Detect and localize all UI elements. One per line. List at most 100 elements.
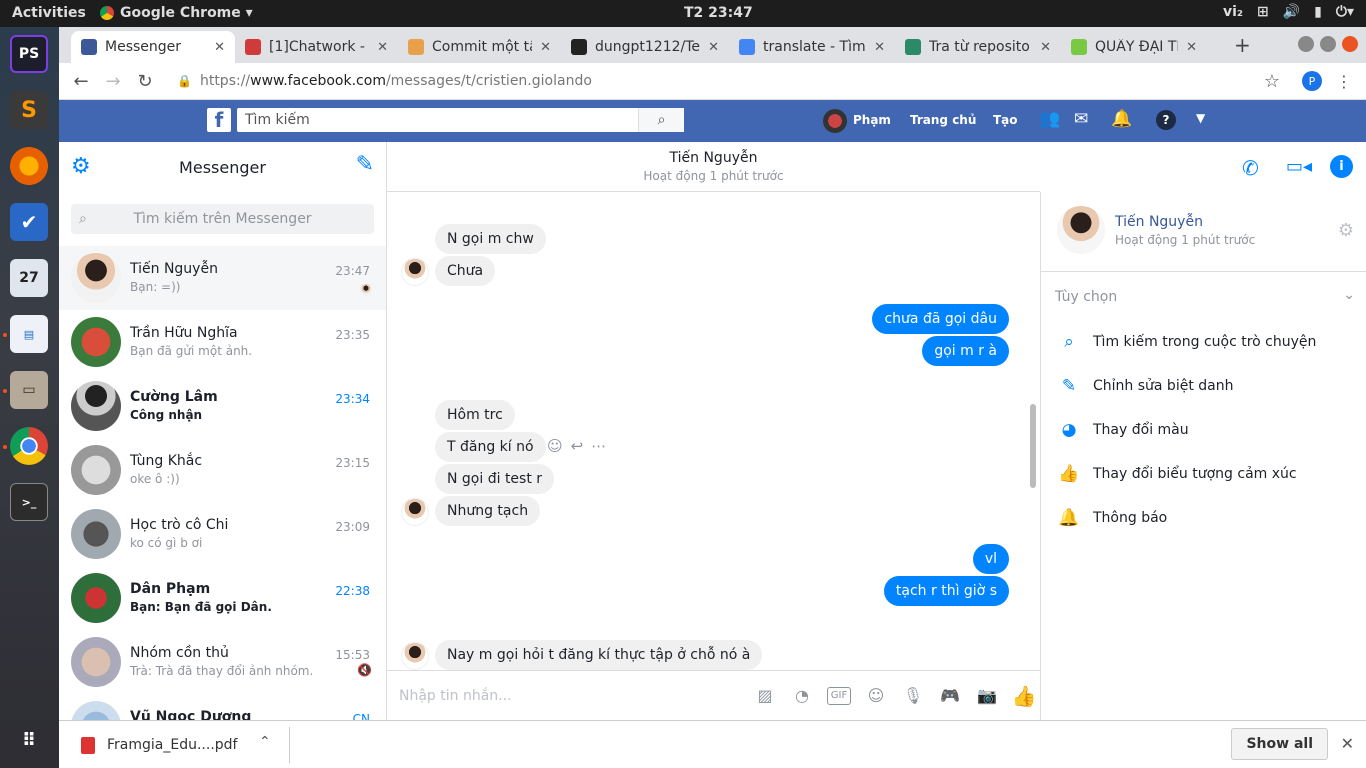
facebook-search-input[interactable]: Tìm kiếm ⌕ — [237, 108, 684, 132]
close-tab-icon[interactable]: ✕ — [540, 40, 551, 55]
settings-icon[interactable]: ⚙ — [71, 154, 91, 179]
conversation-item[interactable]: Cường Lâm Công nhận 23:34 — [59, 374, 386, 438]
calendar-icon[interactable]: 27 — [10, 259, 48, 297]
notifications-icon[interactable]: 🔔 — [1111, 109, 1132, 129]
incoming-message[interactable]: Nhưng tạch — [435, 496, 541, 526]
url-field[interactable]: https://www.facebook.com/messages/t/cris… — [200, 73, 592, 89]
friend-requests-icon[interactable]: 👥 — [1039, 109, 1060, 129]
incoming-message[interactable]: Chưa — [435, 256, 496, 286]
info-contact-name[interactable]: Tiến Nguyễn — [1115, 214, 1203, 230]
incoming-message[interactable]: N gọi m chw — [435, 224, 546, 254]
tasks-icon[interactable]: ✔ — [10, 203, 48, 241]
forward-icon[interactable]: → — [97, 71, 129, 92]
close-window-icon[interactable] — [1342, 36, 1358, 52]
system-tray[interactable]: vi₂ ⊞ 🔊 ▮ ⏻▾ — [1223, 4, 1354, 20]
option-item[interactable]: ✎ Chỉnh sửa biệt danh — [1059, 376, 1234, 396]
incoming-message[interactable]: Hôm trc — [435, 400, 515, 430]
close-icon[interactable]: ✕ — [1341, 734, 1354, 753]
reload-icon[interactable]: ↻ — [129, 71, 161, 92]
maximize-icon[interactable] — [1320, 36, 1336, 52]
close-tab-icon[interactable]: ✕ — [874, 40, 885, 55]
help-icon[interactable]: ? — [1156, 110, 1176, 130]
chrome-dock-icon[interactable] — [10, 427, 48, 465]
info-avatar[interactable] — [1057, 206, 1105, 254]
file-manager-icon[interactable]: ▭ — [10, 371, 48, 409]
incoming-message[interactable]: T đăng kí nó — [435, 432, 546, 462]
incoming-message[interactable]: Nay m gọi hỏi t đăng kí thực tập ở chỗ n… — [435, 640, 763, 670]
profile-link[interactable]: Phạm — [853, 113, 891, 127]
close-tab-icon[interactable]: ✕ — [1186, 40, 1197, 55]
option-item[interactable]: ⌕ Tìm kiếm trong cuộc trò chuyện — [1059, 332, 1316, 352]
outgoing-message[interactable]: chưa đã gọi dâu — [872, 304, 1009, 334]
document-viewer-icon[interactable]: ▤ — [10, 315, 48, 353]
gif-icon[interactable]: GIF — [827, 686, 851, 705]
home-link[interactable]: Trang chủ — [910, 113, 976, 127]
voice-call-icon[interactable]: ✆ — [1242, 156, 1259, 180]
download-filename[interactable]: Framgia_Edu....pdf — [107, 737, 237, 753]
profile-avatar[interactable]: P — [1302, 71, 1322, 91]
show-applications-icon[interactable]: ⠿ — [10, 721, 48, 759]
terminal-icon[interactable]: >_ — [10, 483, 48, 521]
firefox-icon[interactable] — [10, 147, 48, 185]
search-icon[interactable]: ⌕ — [638, 108, 684, 132]
lock-icon[interactable]: 🔒 — [177, 74, 192, 88]
chat-contact-name[interactable]: Tiến Nguyễn — [387, 150, 1040, 166]
browser-tab[interactable]: QUẨY ĐẠI TIỆ ✕ — [1061, 31, 1207, 63]
outgoing-message[interactable]: gọi m r à — [922, 336, 1009, 366]
browser-tab[interactable]: translate - Tìm ✕ — [729, 31, 895, 63]
browser-tab[interactable]: dungpt1212/Te ✕ — [561, 31, 729, 63]
conversation-item[interactable]: Học trò cô Chi ko có gì b ơi 23:09 — [59, 502, 386, 566]
back-icon[interactable]: ← — [65, 71, 97, 92]
input-method-indicator[interactable]: vi₂ — [1223, 4, 1243, 20]
create-link[interactable]: Tạo — [993, 113, 1018, 127]
sublime-text-icon[interactable]: S — [10, 91, 48, 129]
account-menu-icon[interactable]: ▼ — [1196, 111, 1205, 125]
conversation-item[interactable]: Trần Hữu Nghĩa Bạn đã gửi một ảnh. 23:35 — [59, 310, 386, 374]
camera-icon[interactable]: 📷 — [975, 684, 999, 708]
gear-icon[interactable]: ⚙ — [1338, 220, 1354, 241]
more-icon[interactable]: ⋯ — [591, 437, 606, 455]
thumbs-up-icon[interactable]: 👍 — [1012, 684, 1037, 708]
outgoing-message[interactable]: tạch r thì giờ s — [883, 576, 1009, 606]
close-tab-icon[interactable]: ✕ — [214, 40, 225, 55]
phpstorm-icon[interactable]: PS — [10, 35, 48, 73]
close-tab-icon[interactable]: ✕ — [708, 40, 719, 55]
video-call-icon[interactable]: ▭◂ — [1286, 156, 1312, 177]
image-icon[interactable]: ▨ — [753, 684, 777, 708]
facebook-logo[interactable]: f — [207, 108, 231, 132]
minimize-icon[interactable] — [1298, 36, 1314, 52]
game-icon[interactable]: 🎮 — [938, 684, 962, 708]
browser-tab[interactable]: Tra từ reposito ✕ — [895, 31, 1061, 63]
chevron-up-icon[interactable]: ⌃ — [259, 734, 271, 750]
conversation-item[interactable]: Tiến Nguyễn Bạn: =)) 23:47 — [59, 246, 386, 310]
messenger-search-input[interactable]: ⌕ Tìm kiếm trên Messenger — [71, 204, 374, 234]
conversation-item[interactable]: Vũ Ngọc Dương CN — [59, 694, 386, 720]
new-message-icon[interactable]: ✎ — [356, 152, 374, 177]
conversation-item[interactable]: Dân Phạm Bạn: Bạn đã gọi Dân. 22:38 — [59, 566, 386, 630]
option-item[interactable]: 👍 Thay đổi biểu tượng cảm xúc — [1058, 464, 1296, 484]
options-header[interactable]: Tùy chọn ⌄ — [1055, 287, 1355, 305]
option-item[interactable]: ◕ Thay đổi màu — [1059, 420, 1189, 440]
emoji-react-icon[interactable]: ☺ — [547, 437, 563, 455]
browser-tab[interactable]: Messenger ✕ — [71, 31, 235, 63]
conversation-item[interactable]: Tùng Khắc oke ô :)) 23:15 — [59, 438, 386, 502]
new-tab-button[interactable]: + — [1234, 33, 1251, 57]
bookmark-star-icon[interactable]: ☆ — [1264, 71, 1280, 92]
reply-icon[interactable]: ↩ — [571, 437, 584, 455]
microphone-icon[interactable]: 🎙 — [901, 684, 925, 708]
close-tab-icon[interactable]: ✕ — [377, 40, 388, 55]
app-menu[interactable]: Google Chrome ▾ — [100, 5, 253, 21]
incoming-message[interactable]: N gọi đi test r — [435, 464, 555, 494]
clock[interactable]: T2 23:47 — [684, 5, 753, 21]
message-input[interactable]: Nhập tin nhắn... — [399, 688, 729, 704]
option-item[interactable]: 🔔 Thông báo — [1058, 508, 1167, 528]
browser-tab[interactable]: Commit một tậ ✕ — [398, 31, 561, 63]
outgoing-message[interactable]: vl — [972, 544, 1009, 574]
sticker-icon[interactable]: ◔ — [790, 684, 814, 708]
browser-tab[interactable]: [1]Chatwork - [✕ — [235, 31, 398, 63]
activities-button[interactable]: Activities — [12, 5, 86, 21]
user-avatar[interactable] — [823, 109, 847, 133]
show-all-button[interactable]: Show all — [1231, 728, 1328, 760]
close-tab-icon[interactable]: ✕ — [1040, 40, 1051, 55]
messenger-icon[interactable]: ✉ — [1074, 109, 1088, 129]
